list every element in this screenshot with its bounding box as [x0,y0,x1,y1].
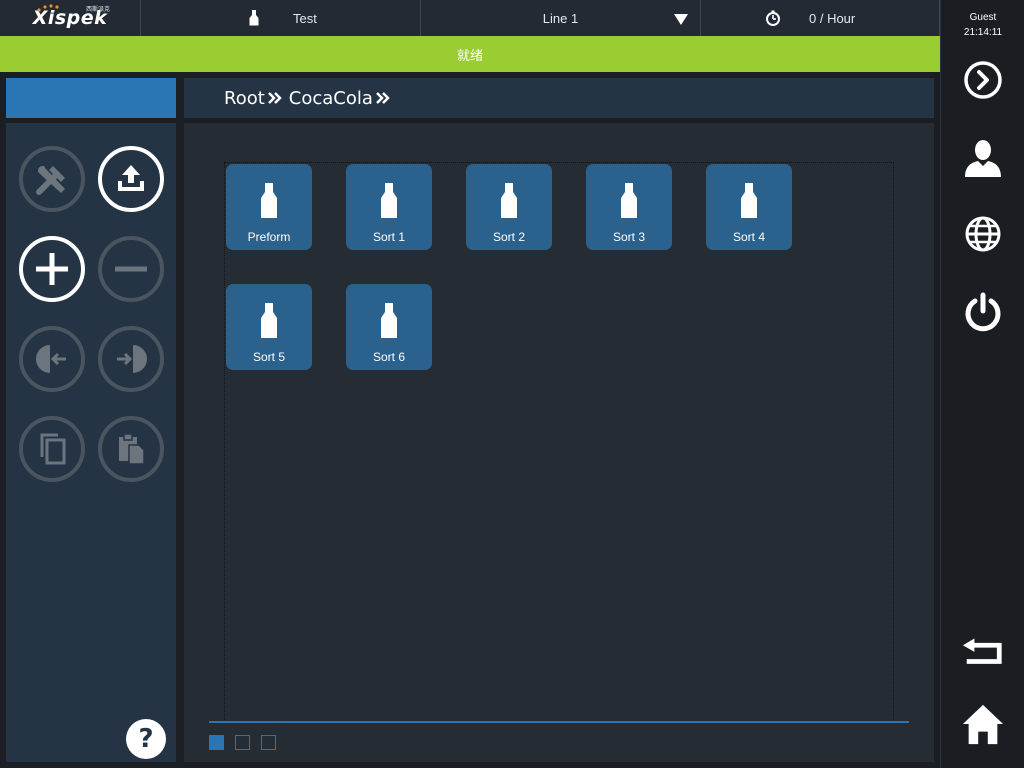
tool-panel-header [6,78,176,118]
copy-button[interactable] [19,416,85,482]
tile-label: Preform [247,230,291,244]
power-button[interactable] [961,290,1005,334]
upload-icon [118,165,144,191]
logo: Xispek 西斯派克 [0,0,141,36]
bottle-icon [381,183,397,218]
move-right-button[interactable] [98,326,164,392]
tile-preform[interactable]: Preform [226,164,312,250]
breadcrumb-label: CocaCola [288,87,373,109]
tile-label: Sort 3 [612,230,645,244]
add-button[interactable] [19,236,85,302]
bottle-icon [621,183,637,218]
right-sidebar: Guest 21:14:11 [940,0,1024,768]
remove-icon [115,266,147,272]
tile-label: Sort 2 [492,230,525,244]
tile-sort-1[interactable]: Sort 1 [346,164,432,250]
power-icon [965,292,1001,332]
bottle-icon [261,183,277,218]
breadcrumb: Root CocaCola [184,78,934,118]
page-dot-3[interactable] [261,735,276,750]
double-chevron-icon [375,91,391,105]
bottle-icon [741,183,757,218]
status-text: 就绪 [456,48,483,64]
add-icon [36,253,68,285]
move-left-icon [36,345,66,373]
copy-icon [40,433,66,465]
double-chevron-icon [267,91,283,105]
main-area: Preform Sort 1 Sort 2 Sort 3 Sort 4 Sort… [184,123,934,762]
globe-icon [965,216,1001,252]
tile-label: Sort 1 [372,230,405,244]
back-button[interactable] [961,628,1005,672]
tile-label: Sort 6 [372,350,405,364]
rate-label: 0 / Hour [809,10,856,26]
home-icon [962,704,1004,745]
user-icon [965,140,1001,177]
tile-sort-4[interactable]: Sort 4 [706,164,792,250]
tile-label: Sort 4 [732,230,765,244]
tool-panel: ? [6,123,176,762]
tools-icon [36,166,65,195]
status-bar: 就绪 [0,36,940,72]
chevron-right-circle-icon [964,61,1002,99]
logo-dots-icon [37,4,59,12]
page-indicator-line [209,721,909,723]
product-selector[interactable]: Test [141,0,421,36]
tile-sort-3[interactable]: Sort 3 [586,164,672,250]
tile-label: Sort 5 [252,350,285,364]
tile-sort-5[interactable]: Sort 5 [226,284,312,370]
dropdown-triangle-icon[interactable] [674,13,688,25]
breadcrumb-item-root[interactable]: Root [224,88,283,109]
tile-sort-2[interactable]: Sort 2 [466,164,552,250]
line-selector[interactable]: Line 1 [421,0,701,36]
move-right-icon [117,345,147,373]
return-arrow-icon [962,638,1002,664]
tile-grid-frame [224,162,894,722]
upload-button[interactable] [98,146,164,212]
bottle-icon [261,303,277,338]
breadcrumb-item-product[interactable]: CocaCola [289,88,391,109]
top-bar: Xispek 西斯派克 Test Line 1 0 / Hour [0,0,940,36]
bottle-icon [501,183,517,218]
paste-icon [119,433,145,465]
stopwatch-icon [766,10,780,26]
line-label: Line 1 [542,10,579,26]
home-button[interactable] [961,702,1005,746]
help-button[interactable]: ? [126,719,166,759]
tile-sort-6[interactable]: Sort 6 [346,284,432,370]
rate-display: 0 / Hour [701,0,940,36]
user-name: Guest [969,12,997,23]
breadcrumb-label: Root [224,87,265,109]
bottle-icon [381,303,397,338]
next-button[interactable] [961,58,1005,102]
clock-time: 21:14:11 [963,27,1003,38]
user-button[interactable] [961,136,1005,180]
remove-button[interactable] [98,236,164,302]
language-button[interactable] [961,212,1005,256]
product-label: Test [293,10,317,26]
help-label: ? [138,724,154,754]
bottle-icon [249,10,259,26]
logo-subtitle: 西斯派克 [86,7,111,13]
paste-button[interactable] [98,416,164,482]
page-dot-2[interactable] [235,735,250,750]
tools-button[interactable] [19,146,85,212]
move-left-button[interactable] [19,326,85,392]
page-dot-1[interactable] [209,735,224,750]
